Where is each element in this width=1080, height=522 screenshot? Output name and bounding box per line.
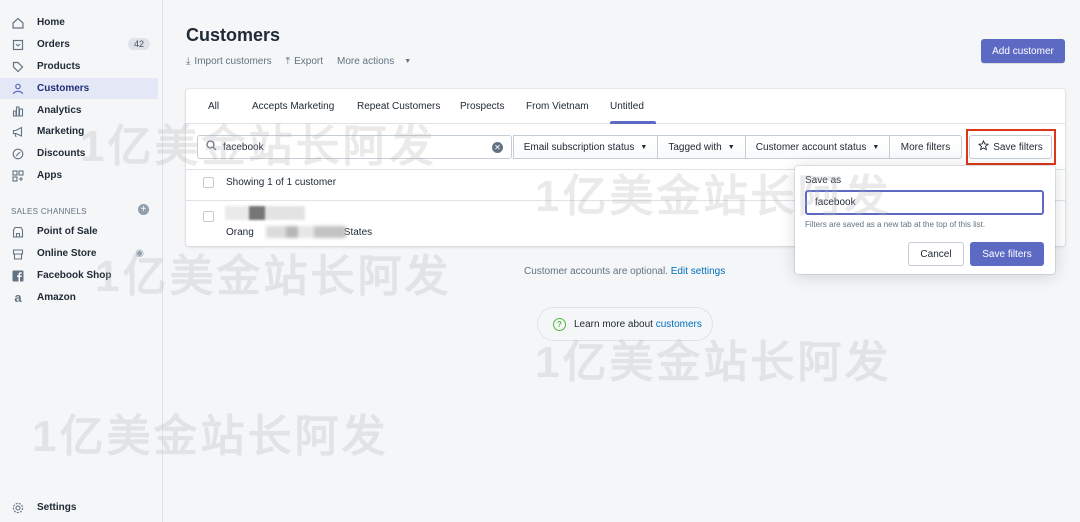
- sidebar-item-amazon[interactable]: a Amazon: [0, 287, 158, 308]
- help-icon: ?: [553, 317, 566, 331]
- search-input[interactable]: facebook ✕: [197, 135, 512, 159]
- sidebar-item-orders[interactable]: Orders 42: [0, 34, 158, 55]
- more-actions-button[interactable]: More actions ▼: [337, 56, 411, 67]
- search-icon: [206, 140, 217, 154]
- discount-icon: [11, 147, 25, 161]
- caret-down-icon: ▼: [640, 143, 648, 151]
- clear-search-icon[interactable]: ✕: [492, 142, 503, 153]
- add-sales-channel-icon[interactable]: +: [138, 204, 149, 215]
- export-icon: ⤒: [285, 56, 291, 67]
- caret-down-icon: ▼: [872, 143, 880, 151]
- sidebar-item-label: Products: [37, 61, 81, 72]
- add-customer-button[interactable]: Add customer: [981, 39, 1065, 63]
- sidebar-item-label: Orders: [37, 39, 70, 50]
- customers-help-link[interactable]: customers: [656, 319, 702, 330]
- apps-grid-icon: [11, 169, 25, 183]
- tagged-with-filter[interactable]: Tagged with ▼: [657, 135, 746, 159]
- customer-row-checkbox[interactable]: [203, 211, 214, 222]
- tab-accepts-marketing[interactable]: Accepts Marketing: [252, 101, 334, 112]
- save-filters-confirm-button[interactable]: Save filters: [970, 242, 1044, 266]
- sidebar-item-label: Facebook Shop: [37, 270, 112, 281]
- megaphone-icon: [11, 125, 25, 139]
- tab-prospects[interactable]: Prospects: [460, 101, 504, 112]
- sidebar-item-label: Home: [37, 17, 65, 28]
- search-value: facebook: [223, 141, 264, 153]
- person-icon: [11, 82, 25, 96]
- sidebar-item-label: Analytics: [37, 105, 82, 116]
- facebook-icon: [11, 269, 25, 283]
- customer-account-status-filter[interactable]: Customer account status ▼: [745, 135, 890, 159]
- sidebar-item-label: Online Store: [37, 248, 97, 259]
- results-count: Showing 1 of 1 customer: [226, 177, 337, 188]
- caret-down-icon: ▼: [727, 143, 735, 151]
- sidebar-item-label: Customers: [37, 83, 90, 94]
- home-icon: [11, 16, 25, 30]
- save-as-label: Save as: [805, 175, 842, 186]
- filter-tabs: All Accepts Marketing Repeat Customers P…: [186, 89, 1065, 124]
- sidebar-item-customers[interactable]: Customers: [0, 78, 158, 99]
- sidebar-item-label: Settings: [37, 502, 77, 513]
- page-actions: ⤓ Import customers ⤒ Export More actions ▼: [186, 56, 411, 67]
- tab-untitled[interactable]: Untitled: [610, 101, 644, 112]
- tab-repeat-customers[interactable]: Repeat Customers: [357, 101, 440, 112]
- sidebar-item-label: Apps: [37, 170, 62, 181]
- sidebar-item-point-of-sale[interactable]: Point of Sale: [0, 221, 158, 242]
- tab-all[interactable]: All: [208, 101, 219, 112]
- gear-icon: [11, 501, 25, 515]
- export-button[interactable]: ⤒ Export: [286, 56, 323, 67]
- sidebar: Home Orders 42 Products Customers Analyt…: [0, 0, 163, 522]
- sidebar-item-discounts[interactable]: Discounts: [0, 143, 158, 164]
- sidebar-item-analytics[interactable]: Analytics: [0, 100, 158, 121]
- save-as-help-text: Filters are saved as a new tab at the to…: [805, 220, 986, 229]
- import-icon: ⤓: [186, 56, 191, 67]
- online-store-icon: [11, 247, 25, 261]
- more-filters-button[interactable]: More filters: [889, 135, 962, 159]
- eye-icon[interactable]: ◉: [135, 248, 144, 259]
- save-as-input[interactable]: facebook: [805, 190, 1044, 215]
- sidebar-item-settings[interactable]: Settings: [0, 497, 158, 518]
- select-all-checkbox[interactable]: [203, 177, 214, 188]
- orders-count-badge: 42: [127, 38, 150, 50]
- save-filters-popover: Save as facebook Filters are saved as a …: [795, 166, 1055, 274]
- sidebar-item-apps[interactable]: Apps: [0, 165, 158, 186]
- sidebar-item-label: Marketing: [37, 126, 85, 137]
- tab-from-vietnam[interactable]: From Vietnam: [526, 101, 589, 112]
- caret-down-icon: ▼: [404, 58, 412, 65]
- edit-settings-link[interactable]: Edit settings: [671, 266, 725, 277]
- sidebar-item-facebook-shop[interactable]: Facebook Shop: [0, 265, 158, 286]
- accounts-note: Customer accounts are optional. Edit set…: [524, 266, 726, 277]
- orders-icon: [11, 38, 25, 52]
- save-filters-highlight: [966, 129, 1056, 165]
- amazon-icon: a: [14, 290, 22, 305]
- email-subscription-filter[interactable]: Email subscription status ▼: [513, 135, 658, 159]
- store-icon: [11, 225, 25, 239]
- tag-icon: [11, 60, 25, 74]
- sidebar-item-home[interactable]: Home: [0, 12, 158, 33]
- sidebar-item-online-store[interactable]: Online Store ◉: [0, 243, 158, 264]
- import-customers-button[interactable]: ⤓ Import customers: [186, 56, 272, 67]
- sidebar-item-products[interactable]: Products: [0, 56, 158, 77]
- page-title: Customers: [186, 25, 281, 45]
- customer-name-redacted[interactable]: [225, 206, 305, 220]
- active-tab-indicator: [610, 121, 656, 124]
- cancel-button[interactable]: Cancel: [908, 242, 964, 266]
- customer-location-redacted: [266, 226, 346, 238]
- sidebar-item-marketing[interactable]: Marketing: [0, 121, 158, 142]
- sidebar-item-label: Discounts: [37, 148, 86, 159]
- bar-chart-icon: [11, 104, 25, 118]
- sidebar-item-label: Point of Sale: [37, 226, 98, 237]
- sidebar-item-label: Amazon: [37, 292, 76, 303]
- learn-more-banner: ? Learn more about customers: [537, 307, 713, 341]
- sales-channels-heading: SALES CHANNELS: [11, 207, 87, 216]
